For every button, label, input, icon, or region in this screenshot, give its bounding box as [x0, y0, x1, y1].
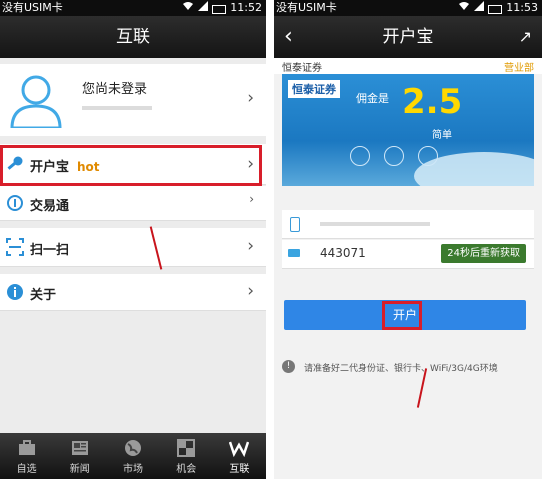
bottom-tab-bar: 自选 新闻 市场 机会 互联 [0, 433, 266, 479]
signal-icon [474, 0, 485, 16]
tab-xinwen[interactable]: 新闻 [53, 433, 106, 479]
time-text: 11:53 [506, 1, 538, 14]
title-text: 互联 [116, 27, 150, 47]
phone-value [320, 222, 430, 226]
battery-icon [488, 4, 503, 14]
carrier-text: 没有USIM卡 [2, 1, 63, 14]
title-text: 开户宝 [382, 27, 434, 47]
page-title: ‹ 开户宝 ↗ [274, 16, 542, 58]
resend-code-button[interactable]: 24秒后重新获取 [441, 244, 526, 263]
message-icon [288, 249, 300, 257]
left-screen: 没有USIM卡 11:52 互联 您尚未登录 › 开户宝 hot › 交易通 ›… [0, 0, 266, 479]
time-text: 11:52 [230, 1, 262, 14]
page-title: 互联 [0, 16, 266, 58]
brand-name: 恒泰证券 [282, 63, 322, 74]
chevron-right-icon: › [247, 236, 254, 256]
menu-item-jiaoyitong[interactable]: 交易通 › [0, 186, 266, 221]
tab-label: 机会 [176, 464, 197, 475]
menu-item-scan[interactable]: 扫一扫 › [0, 228, 266, 267]
tab-label: 新闻 [69, 464, 90, 475]
briefcase-icon [17, 438, 37, 458]
branch-link[interactable]: 营业部 [504, 59, 534, 74]
wifi-icon [458, 0, 470, 16]
avatar-icon [10, 72, 62, 130]
w-logo-icon [229, 438, 250, 458]
chevron-right-icon: › [247, 88, 254, 108]
signal-icon [198, 0, 209, 16]
menu-item-label: 关于 [30, 288, 57, 303]
menu-item-label: 扫一扫 [30, 243, 70, 258]
code-field[interactable]: 443071 24秒后重新获取 [282, 240, 534, 269]
feature-circle-icon [384, 146, 404, 166]
chevron-right-icon: › [247, 281, 254, 301]
feature-circle-icon [418, 146, 438, 166]
right-screen: 没有USIM卡 11:53 ‹ 开户宝 ↗ 恒泰证券 营业部 恒泰证券 佣金是 … [274, 0, 542, 479]
exclamation-icon: ! [282, 360, 295, 373]
brand-bar: 恒泰证券 营业部 [274, 58, 542, 74]
grid-icon [176, 438, 196, 458]
phone-field[interactable] [282, 210, 534, 239]
tab-hulian[interactable]: 互联 [213, 433, 266, 479]
newspaper-icon [70, 438, 90, 458]
battery-icon [212, 4, 227, 14]
profile-row[interactable]: 您尚未登录 › [0, 64, 266, 136]
status-bar: 没有USIM卡 11:52 [0, 0, 266, 16]
banner-subtext: 简单 [432, 130, 452, 141]
info-circle-icon [6, 194, 24, 212]
scan-icon [6, 238, 24, 256]
menu-item-about[interactable]: 关于 › [0, 274, 266, 311]
phone-icon [290, 217, 300, 232]
info-icon [6, 283, 24, 301]
tab-jihui[interactable]: 机会 [160, 433, 213, 479]
banner-rate: 2.5 [402, 82, 463, 122]
profile-subtext [82, 106, 152, 110]
notice-text: 请准备好二代身份证、银行卡、WiFi/3G/4G环境 [304, 364, 498, 374]
status-bar: 没有USIM卡 11:53 [274, 0, 542, 16]
login-status: 您尚未登录 [82, 82, 148, 97]
highlight-box [382, 301, 422, 330]
notice-row: ! 请准备好二代身份证、银行卡、WiFi/3G/4G环境 [282, 360, 534, 376]
wifi-icon [182, 0, 194, 16]
globe-icon [123, 438, 143, 458]
tab-zixuan[interactable]: 自选 [0, 433, 53, 479]
tab-label: 自选 [16, 464, 37, 475]
highlight-box [0, 145, 262, 186]
chevron-right-icon: › [249, 192, 254, 206]
tab-label: 市场 [123, 464, 143, 475]
back-arrow-icon[interactable]: ‹ [284, 16, 293, 58]
share-icon[interactable]: ↗ [519, 16, 532, 58]
promo-banner[interactable]: 恒泰证券 佣金是 2.5 简单 [282, 74, 534, 186]
feature-circle-icon [350, 146, 370, 166]
menu-item-label: 交易通 [30, 199, 70, 214]
banner-label: 佣金是 [356, 92, 389, 105]
tab-shichang[interactable]: 市场 [106, 433, 159, 479]
code-value: 443071 [320, 246, 366, 260]
banner-logo: 恒泰证券 [288, 80, 340, 98]
carrier-text: 没有USIM卡 [276, 1, 337, 14]
tab-label: 互联 [229, 464, 250, 475]
